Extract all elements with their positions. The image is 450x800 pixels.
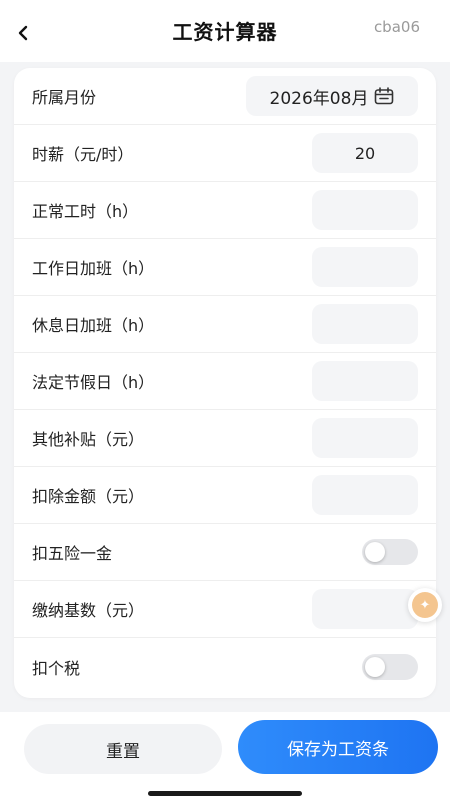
weekday-overtime-row: 工作日加班（h） (14, 239, 436, 296)
salary-calculator-screen: 工资计算器 cba06 所属月份 2026年08月 时薪（元/时） 正常工时（h… (0, 0, 450, 800)
user-tag: cba06 (373, 18, 420, 36)
income-tax-row: 扣个税 (14, 638, 436, 695)
holiday-row: 法定节假日（h） (14, 353, 436, 410)
month-row: 所属月份 2026年08月 (14, 68, 436, 125)
other-allowance-input[interactable] (312, 418, 418, 458)
floating-assistant-button[interactable]: ✦ (408, 588, 442, 622)
deduction-input[interactable] (312, 475, 418, 515)
weekday-overtime-input[interactable] (312, 247, 418, 287)
social-insurance-toggle[interactable] (362, 539, 418, 565)
assistant-icon: ✦ (412, 592, 438, 618)
deduction-row: 扣除金额（元） (14, 467, 436, 524)
other-allowance-row: 其他补贴（元） (14, 410, 436, 467)
social-insurance-row: 扣五险一金 (14, 524, 436, 581)
income-tax-toggle[interactable] (362, 653, 418, 680)
hourly-wage-row: 时薪（元/时） (14, 125, 436, 182)
contribution-base-row: 缴纳基数（元） (14, 581, 436, 638)
holiday-label: 法定节假日（h） (32, 373, 155, 392)
restday-overtime-label: 休息日加班（h） (32, 316, 155, 335)
month-label: 所属月份 (32, 88, 97, 107)
contribution-base-label: 缴纳基数（元） (32, 601, 145, 620)
salary-form-card: 所属月份 2026年08月 时薪（元/时） 正常工时（h） 工作日加班（h） (14, 68, 436, 698)
income-tax-label: 扣个税 (32, 658, 81, 678)
calendar-icon (375, 87, 394, 105)
weekday-overtime-label: 工作日加班（h） (32, 259, 155, 278)
month-value: 2026年08月 (269, 88, 369, 109)
reset-button[interactable]: 重置 (24, 724, 222, 774)
header-bar: 工资计算器 cba06 (0, 0, 450, 62)
normal-hours-input[interactable] (312, 190, 418, 230)
social-insurance-label: 扣五险一金 (32, 544, 113, 563)
deduction-label: 扣除金额（元） (32, 487, 145, 506)
home-indicator (148, 791, 302, 796)
hourly-wage-label: 时薪（元/时） (32, 145, 134, 164)
holiday-input[interactable] (312, 361, 418, 401)
save-payslip-button[interactable]: 保存为工资条 (238, 720, 438, 774)
restday-overtime-row: 休息日加班（h） (14, 296, 436, 353)
hourly-wage-input[interactable] (312, 133, 418, 173)
toggle-knob (365, 542, 385, 562)
month-picker[interactable]: 2026年08月 (246, 76, 418, 116)
restday-overtime-input[interactable] (312, 304, 418, 344)
normal-hours-label: 正常工时（h） (32, 202, 139, 221)
contribution-base-input[interactable] (312, 589, 418, 629)
normal-hours-row: 正常工时（h） (14, 182, 436, 239)
bottom-action-bar: 重置 保存为工资条 (0, 712, 450, 800)
other-allowance-label: 其他补贴（元） (32, 430, 145, 449)
toggle-knob (365, 656, 385, 677)
